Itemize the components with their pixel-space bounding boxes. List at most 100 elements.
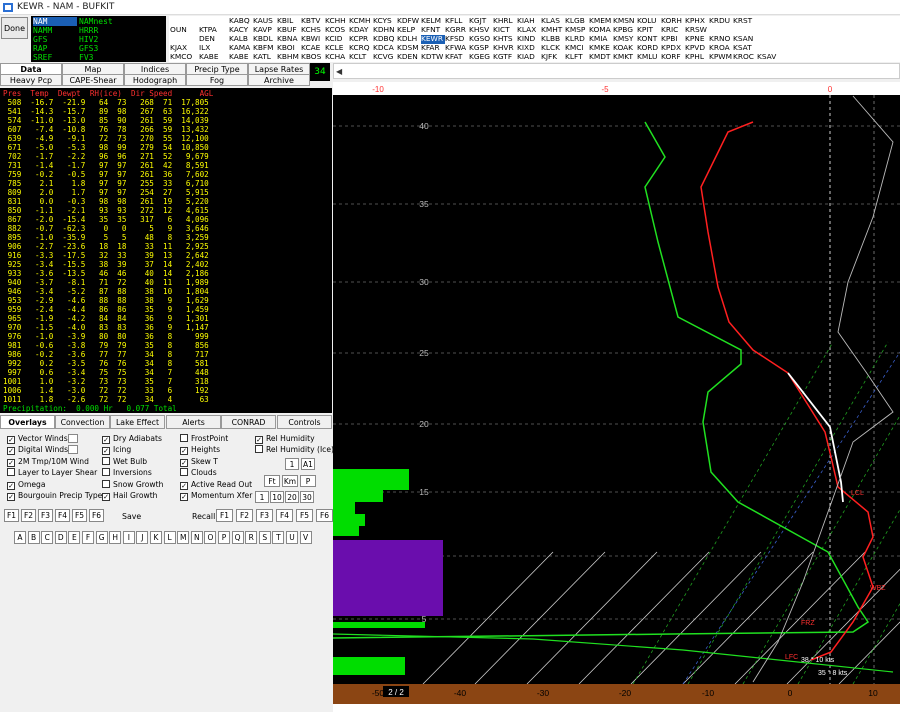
station-item[interactable]: KIAD	[517, 52, 541, 62]
checkbox-clouds[interactable]: Clouds	[180, 468, 217, 478]
station-item[interactable]: KMLU	[637, 52, 661, 62]
checkbox-box[interactable]	[102, 468, 110, 477]
fkey-left-f2[interactable]: F2	[21, 509, 36, 522]
checkbox-box[interactable]: ✓	[7, 481, 15, 490]
checkbox-active-read-out[interactable]: ✓ Active Read Out	[180, 480, 252, 490]
station-item[interactable]: KMKT	[613, 52, 637, 62]
letter-button-s[interactable]: S	[258, 531, 271, 544]
unit-button-ft[interactable]: Ft	[264, 475, 280, 487]
fkey-left-f5[interactable]: F5	[72, 509, 87, 522]
checkbox-box[interactable]: ✓	[180, 458, 188, 467]
letter-button-e[interactable]: E	[68, 531, 81, 544]
checkbox-rel-humidity-ice-[interactable]: Rel Humidity (Ice)	[255, 445, 334, 455]
station-item[interactable]: KABE	[229, 52, 253, 62]
checkbox-heights[interactable]: ✓ Heights	[180, 445, 220, 456]
model-item[interactable]: GFS	[33, 35, 77, 44]
scale-button-20[interactable]: 20	[285, 491, 299, 503]
model-item[interactable]: FV3	[79, 53, 159, 62]
fkey-right-f3[interactable]: F3	[256, 509, 273, 522]
station-list[interactable]: OUN KJAX KMCO KTPA DEN ILX KABE KABQ KAUS KBIL KBT…	[169, 16, 900, 62]
fkey-right-f5[interactable]: F5	[296, 509, 313, 522]
checkbox-rel-humidity[interactable]: ✓ Rel Humidity	[255, 434, 315, 444]
unit-button-p[interactable]: P	[300, 475, 316, 487]
station-item[interactable]: KJFK	[541, 52, 565, 62]
station-item[interactable]: KRDU	[709, 16, 733, 26]
model-item[interactable]: GFS3	[79, 44, 159, 53]
station-item[interactable]: KPHL	[685, 52, 709, 62]
tab-archive[interactable]: Archive	[248, 74, 310, 86]
letter-button-q[interactable]: Q	[231, 531, 244, 544]
letter-button-i[interactable]: I	[122, 531, 135, 544]
letter-button-g[interactable]: G	[95, 531, 108, 544]
checkbox-vector-winds[interactable]: ✓ Vector Winds	[7, 434, 68, 444]
save-button[interactable]: Save	[122, 512, 141, 521]
fkey-left-f4[interactable]: F4	[55, 509, 70, 522]
fkey-right-f6[interactable]: F6	[316, 509, 333, 522]
tab-controls[interactable]: Controls	[277, 415, 332, 429]
small-toggle[interactable]	[68, 445, 78, 454]
station-item[interactable]: KFAT	[445, 52, 469, 62]
checkbox-box[interactable]: ✓	[102, 447, 110, 456]
scale-button-10[interactable]: 10	[270, 491, 284, 503]
letter-button-r[interactable]: R	[245, 531, 258, 544]
tab-heavy-pcp[interactable]: Heavy Pcp	[0, 74, 62, 86]
model-item[interactable]: NAM	[33, 17, 77, 26]
letter-button-h[interactable]: H	[109, 531, 122, 544]
checkbox-dry-adiabats[interactable]: ✓ Dry Adiabats	[102, 434, 162, 444]
checkbox-box[interactable]: ✓	[102, 493, 110, 501]
station-item[interactable]: KGTF	[493, 52, 517, 62]
fkey-right-f1[interactable]: F1	[216, 509, 233, 522]
fkey-left-f1[interactable]: F1	[4, 509, 19, 522]
letter-button-p[interactable]: P	[218, 531, 230, 544]
small-toggle[interactable]	[68, 434, 78, 443]
tab-overlays[interactable]: Overlays	[0, 415, 55, 429]
checkbox-box[interactable]	[180, 434, 188, 442]
letter-button-c[interactable]: C	[41, 531, 54, 544]
letter-button-b[interactable]: B	[27, 531, 40, 544]
tab-alerts[interactable]: Alerts	[166, 415, 221, 429]
fkey-left-f6[interactable]: F6	[89, 509, 104, 522]
checkbox-2m-tmp-10m-wind[interactable]: ✓ 2M Tmp/10M Wind	[7, 457, 89, 467]
skewt-plot[interactable]: -10-50403530252015105LCLWBZFRZLFC38 ° 10…	[333, 82, 900, 712]
station-item[interactable]: KMDT	[589, 52, 613, 62]
letter-button-v[interactable]: V	[299, 531, 312, 544]
tab-convection[interactable]: Convection	[55, 415, 110, 429]
station-item[interactable]: KGEG	[469, 52, 493, 62]
checkbox-box[interactable]: ✓	[7, 458, 15, 467]
scale-button-1[interactable]: 1	[255, 491, 269, 503]
letter-button-u[interactable]: U	[286, 531, 298, 544]
fkey-right-f4[interactable]: F4	[276, 509, 293, 522]
checkbox-digital-winds[interactable]: ✓ Digital Winds	[7, 445, 68, 456]
checkbox-omega[interactable]: ✓ Omega	[7, 480, 46, 490]
chevron-left-icon[interactable]: ◀	[336, 67, 342, 76]
station-item[interactable]: KCHA	[325, 52, 349, 62]
checkbox-box[interactable]: ✓	[180, 493, 188, 501]
checkbox-frostpoint[interactable]: FrostPoint	[180, 434, 228, 444]
station-item[interactable]: KRST	[733, 16, 757, 26]
done-button[interactable]: Done	[1, 17, 28, 39]
checkbox-box[interactable]	[102, 479, 110, 488]
checkbox-box[interactable]: ✓	[7, 436, 15, 444]
checkbox-box[interactable]: ✓	[255, 436, 263, 444]
tab-lake-effect[interactable]: Lake Effect	[110, 415, 165, 429]
checkbox-momentum-xfer[interactable]: ✓ Momentum Xfer	[180, 491, 252, 501]
station-item[interactable]: KLFT	[565, 52, 589, 62]
fkey-right-f2[interactable]: F2	[236, 509, 253, 522]
scale-button-30[interactable]: 30	[300, 491, 314, 503]
station-item[interactable]: KCVG	[373, 52, 397, 62]
station-item[interactable]: KPWM	[709, 52, 733, 62]
letter-button-d[interactable]: D	[54, 531, 67, 544]
station-item[interactable]: KCLT	[349, 52, 373, 62]
station-item[interactable]: KMCO	[170, 52, 194, 62]
station-item[interactable]: KROC	[733, 52, 757, 62]
checkbox-box[interactable]: ✓	[180, 481, 188, 490]
station-item[interactable]: KSAV	[757, 52, 781, 62]
checkbox-bourgouin-precip-type[interactable]: ✓ Bourgouin Precip Type	[7, 491, 102, 501]
checkbox-box[interactable]	[180, 468, 188, 477]
station-item[interactable]: OUN	[170, 25, 194, 35]
letter-button-l[interactable]: L	[163, 531, 176, 544]
station-item[interactable]: KDEN	[397, 52, 421, 62]
checkbox-box[interactable]: ✓	[102, 436, 110, 444]
model-item[interactable]: HIV2	[79, 35, 159, 44]
letter-button-k[interactable]: K	[150, 531, 162, 544]
